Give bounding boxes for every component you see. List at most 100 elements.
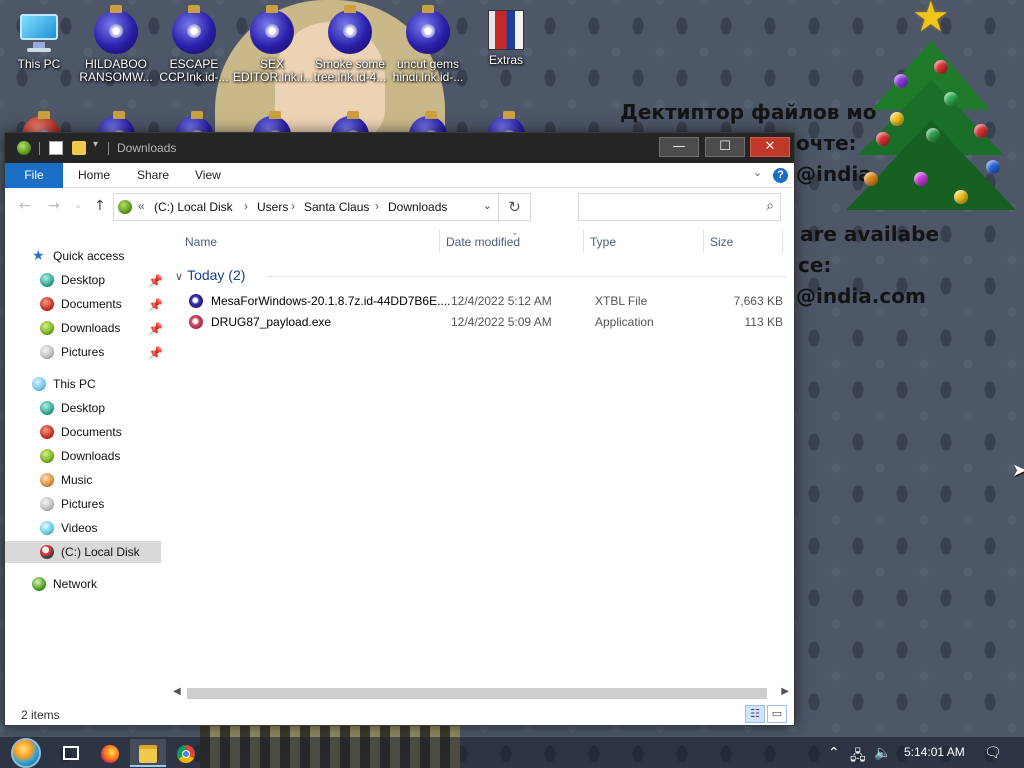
sidebar-item-label: This PC	[53, 377, 96, 391]
horizontal-scrollbar[interactable]: ◀ ▶	[169, 685, 791, 702]
forward-arrow-icon[interactable]: →	[48, 198, 60, 214]
sidebar-item-label: Downloads	[61, 449, 121, 463]
sidebar-item-quick-access[interactable]: ★ Quick access	[5, 245, 161, 267]
file-row[interactable]: MesaForWindows-20.1.8.7z.id-44DD7B6E....…	[183, 291, 791, 312]
navigation-bar: ← → ⌄ ↑ « (C:) Local Disk › Users › Sant…	[5, 189, 794, 225]
videos-icon	[40, 521, 54, 535]
tab-view[interactable]: View	[195, 163, 221, 188]
large-icons-view-icon[interactable]: ▭	[767, 705, 787, 723]
taskbar-app-file-explorer[interactable]	[130, 739, 166, 767]
clock[interactable]: 5:14:01 AM	[904, 745, 965, 759]
location-icon	[118, 200, 132, 214]
desktop-icon-extras[interactable]: Extras	[467, 10, 545, 67]
search-icon[interactable]: ⌕	[766, 198, 774, 214]
scroll-left-arrow-icon[interactable]: ◀	[173, 686, 181, 697]
search-box[interactable]: ⌕	[578, 193, 781, 221]
minimize-button[interactable]: —	[659, 137, 699, 157]
file-size: 7,663 KB	[733, 294, 783, 308]
start-button[interactable]	[8, 737, 46, 768]
pin-icon[interactable]: 📌	[148, 318, 163, 340]
ransom-note-line: ce:	[798, 253, 832, 277]
taskbar-app-chrome[interactable]	[168, 739, 204, 767]
title-bar[interactable]: ▾ Downloads — ☐ ✕	[5, 133, 794, 163]
downloads-icon	[40, 321, 54, 335]
close-button[interactable]: ✕	[750, 137, 790, 157]
quick-access-toolbar-dropdown-icon[interactable]: ▾	[93, 139, 98, 150]
back-arrow-icon[interactable]: ←	[19, 198, 31, 214]
scrollbar-thumb[interactable]	[187, 688, 767, 699]
breadcrumb-local-disk[interactable]: (C:) Local Disk	[154, 200, 233, 214]
sidebar-item-pictures[interactable]: Pictures 📌	[5, 341, 163, 364]
taskbar-app-firefox[interactable]	[92, 739, 128, 767]
ornament-icon	[172, 5, 216, 54]
file-row[interactable]: DRUG87_payload.exe 12/4/2022 5:09 AM App…	[183, 312, 791, 333]
sidebar-item-this-pc[interactable]: This PC	[5, 373, 161, 395]
tab-home[interactable]: Home	[78, 163, 110, 188]
pin-icon[interactable]: 📌	[148, 342, 163, 364]
file-list[interactable]: ⌄ Name Date modified Type Size ∨ Today (2…	[167, 225, 791, 701]
column-header-date-modified[interactable]: Date modified	[446, 235, 520, 249]
file-type: XTBL File	[595, 294, 648, 308]
address-overflow-chevron[interactable]: «	[138, 199, 145, 213]
desktop-icon-file[interactable]: uncut gems hindi.lnk.id-...	[389, 5, 467, 84]
column-header-size[interactable]: Size	[710, 235, 733, 249]
sidebar-item-local-disk[interactable]: (C:) Local Disk	[5, 541, 161, 563]
recent-locations-chevron-icon[interactable]: ⌄	[74, 200, 82, 211]
scroll-right-arrow-icon[interactable]: ▶	[781, 686, 789, 697]
application-icon	[189, 315, 203, 329]
task-view-button[interactable]	[54, 739, 90, 767]
ransom-note-line: Дектиптор файлов мо	[620, 100, 877, 124]
new-folder-icon[interactable]	[72, 141, 86, 155]
collapse-chevron-icon[interactable]: ∨	[175, 270, 183, 283]
expand-ribbon-chevron-icon[interactable]: ⌄	[753, 166, 762, 179]
address-bar[interactable]: « (C:) Local Disk › Users › Santa Claus …	[113, 193, 531, 221]
search-input[interactable]	[583, 198, 753, 216]
group-header-today[interactable]: ∨ Today (2)	[175, 267, 787, 283]
desktop-icon-file[interactable]: ESCAPE CCP.lnk.id-...	[155, 5, 233, 84]
sidebar-item-network[interactable]: Network	[5, 573, 161, 595]
desktop-icon-file[interactable]: SEX EDITOR.lnk.i...	[233, 5, 313, 84]
pin-icon[interactable]: 📌	[148, 270, 163, 292]
breadcrumb-santa-claus[interactable]: Santa Claus	[304, 200, 369, 214]
desktop-icon-label: HILDABOO RANSOMW...	[79, 57, 153, 84]
local-disk-icon	[40, 545, 54, 559]
sidebar-item-label: Network	[53, 577, 98, 591]
up-arrow-icon[interactable]: ↑	[94, 198, 106, 214]
pin-icon[interactable]: 📌	[148, 294, 163, 316]
windows-orb-icon	[11, 738, 41, 768]
ornament-icon	[406, 5, 450, 54]
file-explorer-window[interactable]: ▾ Downloads — ☐ ✕ File Home Share View ⌄…	[4, 132, 795, 726]
desktop-icon-label: Extras	[488, 53, 523, 67]
maximize-button[interactable]: ☐	[705, 137, 745, 157]
address-dropdown-chevron-icon[interactable]: ⌄	[483, 199, 492, 212]
breadcrumb-users[interactable]: Users	[257, 200, 288, 214]
refresh-icon[interactable]: ↻	[498, 194, 530, 220]
volume-icon[interactable]: 🔈	[874, 745, 891, 761]
column-header-name[interactable]: Name	[185, 235, 217, 249]
sidebar-item-documents[interactable]: Documents 📌	[5, 293, 163, 316]
window-app-icon	[17, 141, 31, 155]
sidebar-item-downloads[interactable]: Downloads	[5, 445, 161, 467]
tab-share[interactable]: Share	[137, 163, 169, 188]
action-center-icon[interactable]: 🗨	[984, 745, 1002, 761]
tab-file[interactable]: File	[5, 163, 63, 188]
column-header-type[interactable]: Type	[590, 235, 616, 249]
sidebar-item-downloads[interactable]: Downloads 📌	[5, 317, 163, 340]
network-icon	[32, 577, 46, 591]
properties-icon[interactable]	[49, 141, 63, 155]
desktop-icon-this-pc[interactable]: This PC	[0, 10, 78, 71]
desktop-icon-file[interactable]: Smoke some tree.lnk.id-4...	[311, 5, 389, 84]
sidebar-item-documents[interactable]: Documents	[5, 421, 161, 443]
network-icon[interactable]: 🖧	[850, 745, 866, 768]
sidebar-item-pictures[interactable]: Pictures	[5, 493, 161, 515]
sidebar-item-desktop[interactable]: Desktop 📌	[5, 269, 163, 292]
help-icon[interactable]: ?	[773, 168, 788, 183]
sidebar-item-videos[interactable]: Videos	[5, 517, 161, 539]
desktop-icon-label: SEX EDITOR.lnk.i...	[233, 57, 313, 84]
breadcrumb-downloads[interactable]: Downloads	[388, 200, 447, 214]
show-hidden-icons-chevron-icon[interactable]: ⌃	[828, 745, 840, 761]
details-view-icon[interactable]: ☷	[745, 705, 765, 723]
sidebar-item-music[interactable]: Music	[5, 469, 161, 491]
sidebar-item-desktop[interactable]: Desktop	[5, 397, 161, 419]
desktop-icon-file[interactable]: HILDABOO RANSOMW...	[77, 5, 155, 84]
